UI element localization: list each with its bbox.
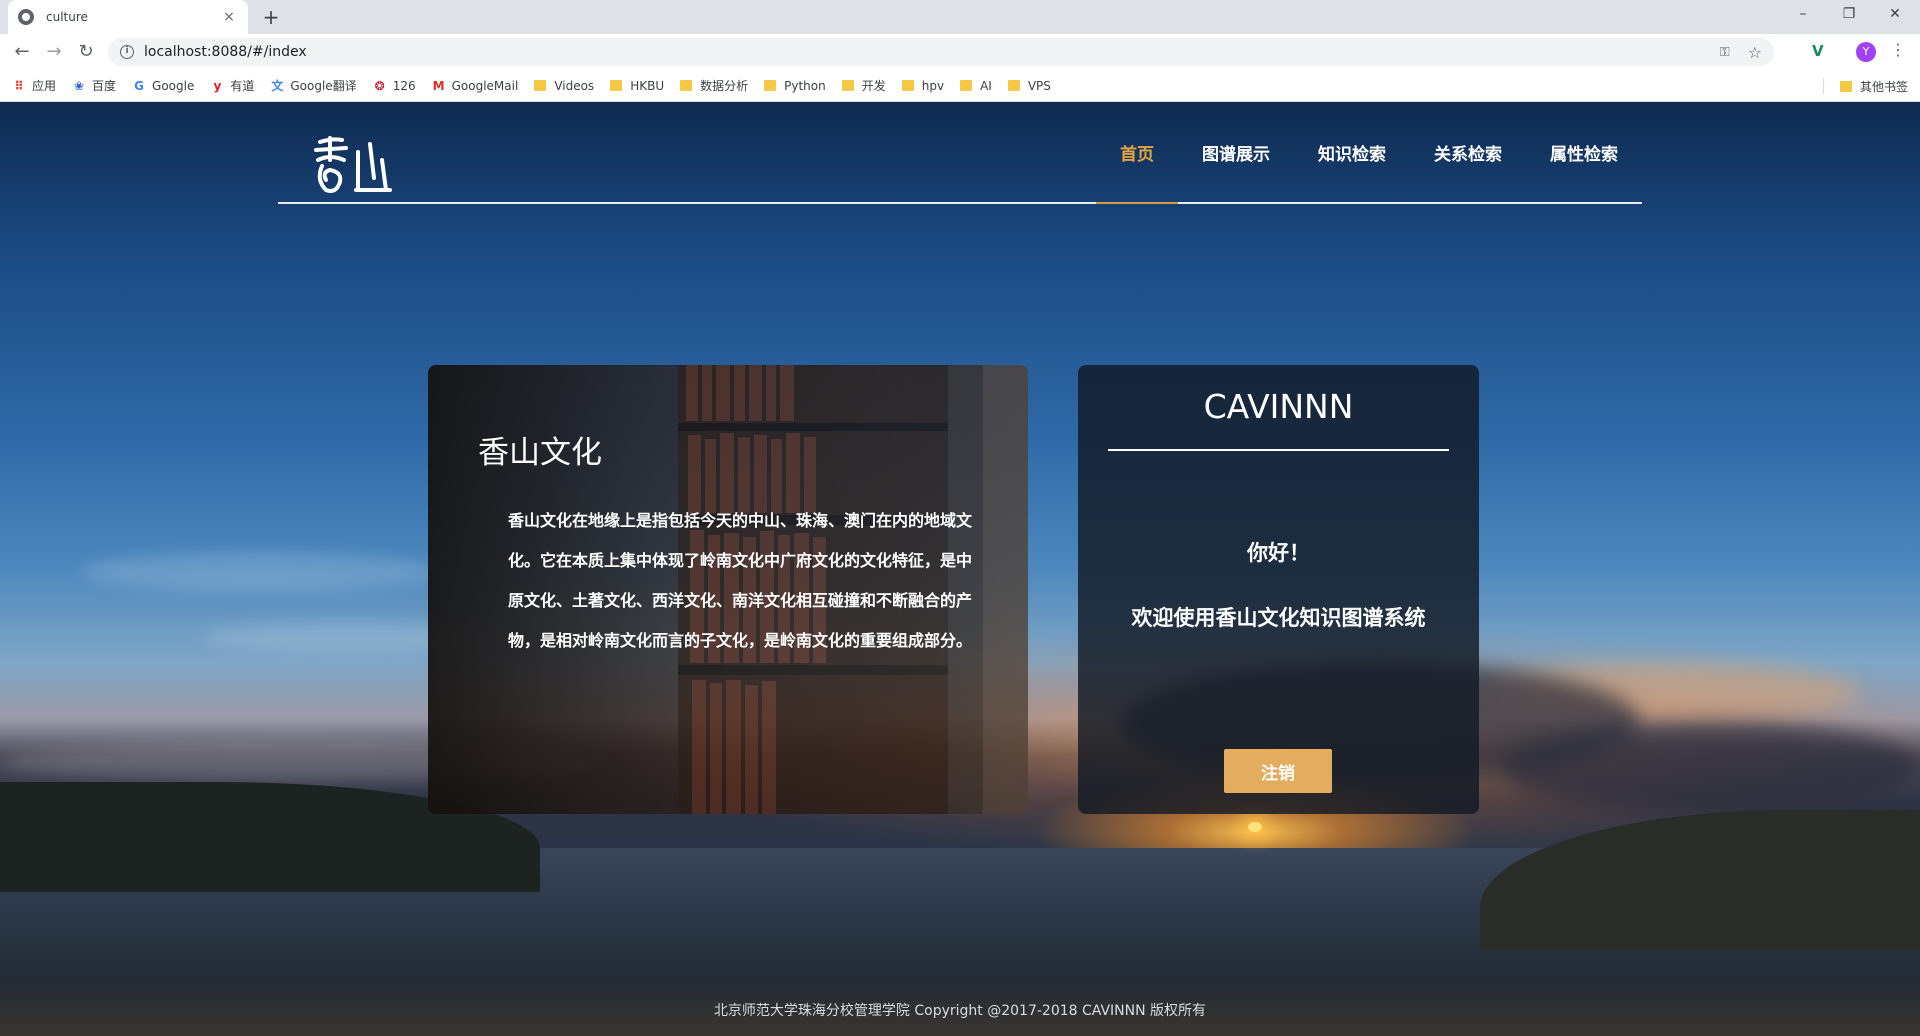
user-welcome-card: CAVINNN 你好！ 欢迎使用香山文化知识图谱系统 注销 xyxy=(1078,365,1479,814)
browser-toolbar: ← → ↻ i localhost:8088/#/index ⚿ ☆ V Y ⋮ xyxy=(0,34,1920,70)
nav-graph-display[interactable]: 图谱展示 xyxy=(1178,102,1294,202)
google-g-icon: G xyxy=(134,78,144,93)
bookmark-item[interactable]: ❂ 126 xyxy=(373,79,416,93)
nav-knowledge-search[interactable]: 知识检索 xyxy=(1294,102,1410,202)
key-icon[interactable]: ⚿ xyxy=(1720,45,1730,60)
restore-button[interactable]: ❐ xyxy=(1826,0,1872,30)
other-bookmarks[interactable]: 其他书签 xyxy=(1839,78,1908,95)
page-footer: 北京师范大学珠海分校管理学院 Copyright @2017-2018 CAVI… xyxy=(713,1003,1207,1019)
right-headland xyxy=(1480,810,1920,950)
vue-devtools-icon[interactable]: V xyxy=(1812,42,1824,60)
bookmark-folder[interactable]: Videos xyxy=(534,79,594,93)
back-arrow-icon[interactable]: ← xyxy=(10,40,34,64)
tab-title: culture xyxy=(46,10,88,24)
bookmark-folder[interactable]: VPS xyxy=(1007,79,1051,93)
bookmarks-bar: ⠿ 应用 ❀ 百度 G Google y 有道 文 Google翻译 ❂ 126 M Goog… xyxy=(0,70,1920,102)
minimize-button[interactable]: – xyxy=(1780,0,1826,30)
bookmark-item[interactable]: ❀ 百度 xyxy=(72,77,116,94)
cloud-shape xyxy=(80,552,440,592)
folder-icon xyxy=(680,80,693,91)
bookmark-folder[interactable]: 数据分析 xyxy=(680,77,748,94)
bookmark-item[interactable]: ⠿ 应用 xyxy=(12,77,56,94)
globe-icon xyxy=(18,9,34,25)
greeting-text: 你好！ xyxy=(1247,541,1310,565)
welcome-text: 欢迎使用香山文化知识图谱系统 xyxy=(1131,606,1426,630)
culture-description: 香山文化在地缘上是指包括今天的中山、珠海、澳门在内的地域文化。它在本质上集中体现… xyxy=(508,511,973,650)
nav-home[interactable]: 首页 xyxy=(1096,102,1178,204)
apps-grid-icon: ⠿ xyxy=(14,78,24,93)
bookmark-folder[interactable]: HKBU xyxy=(610,79,664,93)
folder-icon xyxy=(534,80,547,91)
baidu-paw-icon: ❀ xyxy=(73,78,85,93)
nav-attribute-search[interactable]: 属性检索 xyxy=(1526,102,1642,202)
cloud-shape xyxy=(1500,722,1920,812)
info-icon[interactable]: i xyxy=(120,45,134,59)
netease-126-icon: ❂ xyxy=(374,78,385,93)
culture-intro-card: 香山文化 香山文化在地缘上是指包括今天的中山、珠海、澳门在内的地域文化。它在本质… xyxy=(428,365,1028,814)
reload-icon[interactable]: ↻ xyxy=(74,40,98,64)
bookmark-item[interactable]: 文 Google翻译 xyxy=(270,77,356,94)
youdao-icon: y xyxy=(213,78,222,93)
address-url[interactable]: localhost:8088/#/index xyxy=(144,44,1720,60)
bookmark-folder[interactable]: AI xyxy=(960,79,992,93)
bookmark-item[interactable]: y 有道 xyxy=(210,77,254,94)
tab-close-button[interactable]: × xyxy=(220,9,238,25)
divider-line xyxy=(1108,449,1449,451)
folder-icon xyxy=(901,80,914,91)
culture-title: 香山文化 xyxy=(478,435,602,471)
menu-dots-icon[interactable]: ⋮ xyxy=(1890,40,1906,59)
address-bar[interactable]: i localhost:8088/#/index ⚿ ☆ xyxy=(108,38,1774,66)
folder-icon xyxy=(1839,81,1852,92)
bookmark-folder[interactable]: 开发 xyxy=(841,77,886,94)
folder-icon xyxy=(960,80,973,91)
bookmark-folder[interactable]: Python xyxy=(764,79,826,93)
folder-icon xyxy=(764,80,777,91)
browser-tab[interactable]: culture × xyxy=(8,0,248,34)
bookmark-folder[interactable]: hpv xyxy=(901,79,944,93)
bookmark-item[interactable]: M GoogleMail xyxy=(432,79,519,93)
forward-arrow-icon[interactable]: → xyxy=(42,40,66,64)
main-nav: 首页 图谱展示 知识检索 关系检索 属性检索 xyxy=(1096,102,1642,204)
xiangshan-logo xyxy=(314,136,392,193)
page-background: 首页 图谱展示 知识检索 关系检索 属性检索 香山文化 香山文化在地缘上是指包括… xyxy=(0,102,1920,1036)
sun-shape xyxy=(1248,822,1262,832)
profile-avatar[interactable]: Y xyxy=(1856,42,1876,62)
browser-tabstrip: culture × + – ❐ ✕ xyxy=(0,0,1920,34)
bookmarks-divider xyxy=(1823,78,1824,94)
logout-button[interactable]: 注销 xyxy=(1224,749,1332,793)
folder-icon xyxy=(610,80,623,91)
bookmark-item[interactable]: G Google xyxy=(132,79,194,93)
bookmark-star-icon[interactable]: ☆ xyxy=(1748,43,1762,62)
new-tab-button[interactable]: + xyxy=(258,4,284,30)
google-translate-icon: 文 xyxy=(271,78,284,93)
site-header: 首页 图谱展示 知识检索 关系检索 属性检索 xyxy=(278,102,1642,204)
gmail-icon: M xyxy=(432,78,445,93)
window-close-button[interactable]: ✕ xyxy=(1872,0,1918,30)
nav-relation-search[interactable]: 关系检索 xyxy=(1410,102,1526,202)
username: CAVINNN xyxy=(1203,387,1354,426)
folder-icon xyxy=(841,80,854,91)
folder-icon xyxy=(1007,80,1020,91)
